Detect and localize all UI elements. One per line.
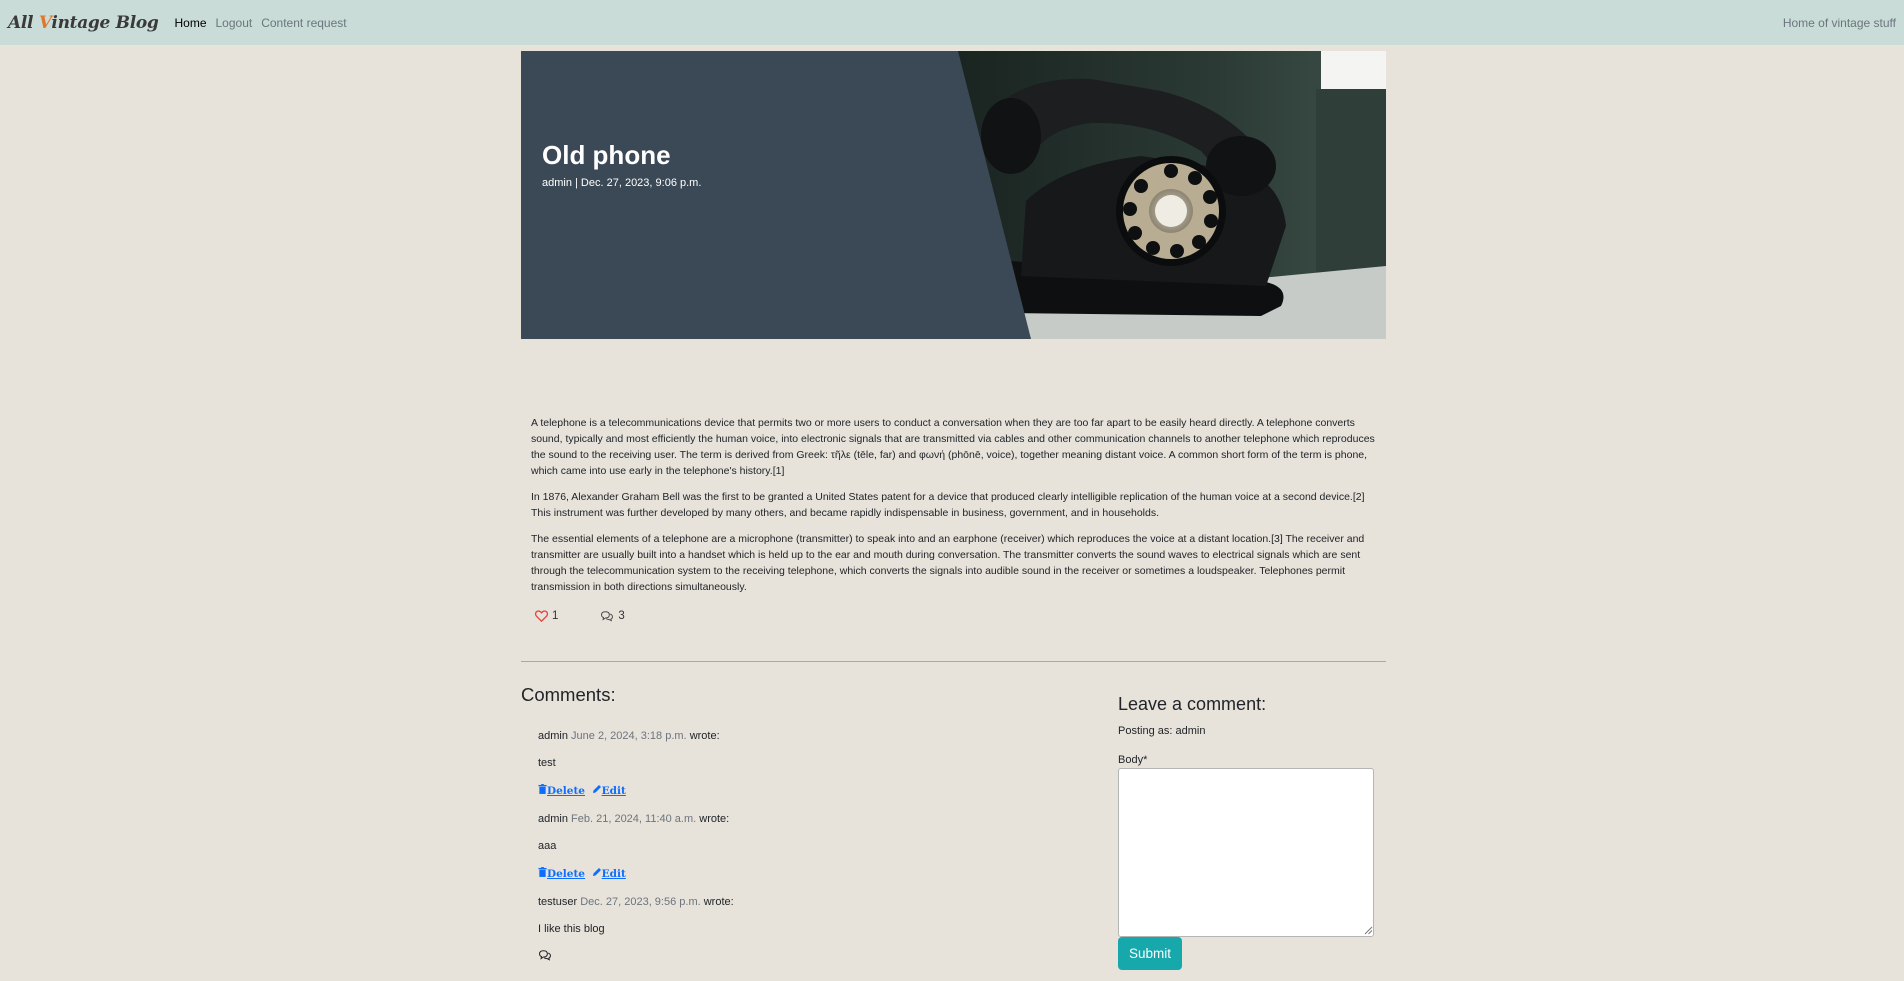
comment-date: Feb. 21, 2024, 11:40 a.m. xyxy=(571,813,697,825)
comment-form-heading: Leave a comment: xyxy=(1118,694,1267,714)
comment-body: aaa xyxy=(538,840,557,852)
comment-author: admin xyxy=(538,813,568,825)
nav-content-request-link[interactable]: Content request xyxy=(261,16,346,30)
post-stats: 1 3 xyxy=(535,607,625,625)
delete-comment-button[interactable]: Delete xyxy=(538,867,585,880)
comment-body-textarea[interactable] xyxy=(1118,768,1374,937)
post-meta: admin | Dec. 27, 2023, 9:06 p.m. xyxy=(542,177,702,189)
comment-header: testuser Dec. 27, 2023, 9:56 p.m. wrote: xyxy=(538,896,1058,908)
edit-comment-button[interactable]: Edit xyxy=(592,868,626,880)
comment-wrote-label: wrote: xyxy=(699,813,730,825)
comment-header: admin June 2, 2024, 3:18 p.m. wrote: xyxy=(538,730,1058,742)
pencil-icon xyxy=(592,868,601,876)
like-button[interactable]: 1 xyxy=(535,610,558,622)
trash-icon xyxy=(538,867,547,877)
post-title: Old phone xyxy=(542,140,671,170)
comment-item: testuser Dec. 27, 2023, 9:56 p.m. wrote:… xyxy=(538,896,1058,961)
like-count: 1 xyxy=(552,610,559,622)
comment-item: admin Feb. 21, 2024, 11:40 a.m. wrote: a… xyxy=(538,813,1058,880)
comment-header: admin Feb. 21, 2024, 11:40 a.m. wrote: xyxy=(538,813,1058,825)
edit-comment-button[interactable]: Edit xyxy=(592,785,626,797)
chat-bubbles-icon xyxy=(539,950,551,961)
brand-prefix: All xyxy=(8,12,39,33)
edit-label: Edit xyxy=(601,868,626,880)
brand-logo[interactable]: All Vintage Blog xyxy=(8,12,159,33)
delete-comment-button[interactable]: Delete xyxy=(538,784,585,797)
comment-date: Dec. 27, 2023, 9:56 p.m. xyxy=(580,896,701,908)
post-paragraph: The essential elements of a telephone ar… xyxy=(531,533,1365,593)
comment-count-indicator: 3 xyxy=(600,610,625,622)
delete-label: Delete xyxy=(547,785,585,797)
comment-body: test xyxy=(538,757,556,769)
comments-heading: Comments: xyxy=(521,684,616,705)
comment-author: admin xyxy=(538,730,568,742)
comment-wrote-label: wrote: xyxy=(689,730,720,742)
post-paragraph: In 1876, Alexander Graham Bell was the f… xyxy=(531,491,1365,519)
brand-accent-letter: V xyxy=(38,12,52,33)
post-content: A telephone is a telecommunications devi… xyxy=(531,415,1376,605)
trash-icon xyxy=(538,784,547,794)
chat-bubbles-icon xyxy=(601,611,614,622)
nav-home-link[interactable]: Home xyxy=(174,16,206,30)
telephone-photo xyxy=(521,51,1386,339)
comment-body: I like this blog xyxy=(538,923,605,935)
brand-suffix: intage Blog xyxy=(51,12,159,33)
comment-actions: Delete Edit xyxy=(538,867,629,880)
nav-logout-link[interactable]: Logout xyxy=(216,16,253,30)
navbar-tagline: Home of vintage stuff xyxy=(1782,16,1896,30)
body-field-label: Body* xyxy=(1118,754,1148,766)
comment-actions: Delete Edit xyxy=(538,784,629,797)
edit-label: Edit xyxy=(601,785,626,797)
post-hero: Old phone admin | Dec. 27, 2023, 9:06 p.… xyxy=(521,51,1386,339)
posting-as-label: Posting as: admin xyxy=(1118,725,1206,737)
comment-author: testuser xyxy=(538,896,578,908)
navbar: All Vintage Blog Home Logout Content req… xyxy=(0,0,1904,45)
heart-icon xyxy=(535,610,548,622)
submit-comment-button[interactable]: Submit xyxy=(1118,937,1182,970)
comment-wrote-label: wrote: xyxy=(703,896,734,908)
section-divider xyxy=(521,661,1386,662)
post-paragraph: A telephone is a telecommunications devi… xyxy=(531,417,1375,477)
comment-item: admin June 2, 2024, 3:18 p.m. wrote: tes… xyxy=(538,730,1058,797)
comment-date: June 2, 2024, 3:18 p.m. xyxy=(571,730,687,742)
pencil-icon xyxy=(592,785,601,793)
reply-button[interactable] xyxy=(538,949,552,964)
delete-label: Delete xyxy=(547,868,585,880)
resize-grip-icon[interactable] xyxy=(1364,926,1373,935)
comment-count: 3 xyxy=(618,610,625,622)
